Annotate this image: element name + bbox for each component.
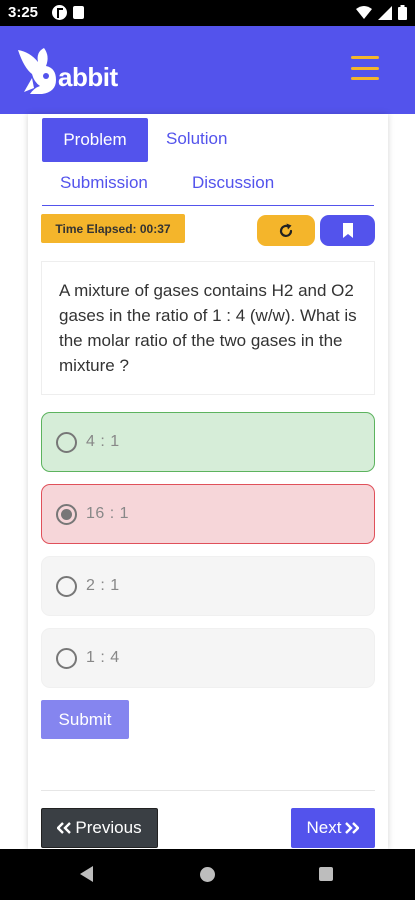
- radio-button[interactable]: [56, 575, 77, 597]
- bookmark-icon: [342, 223, 353, 238]
- hamburger-menu-button[interactable]: [351, 56, 379, 80]
- tab-divider: [42, 205, 374, 206]
- system-nav-bar: [0, 849, 415, 900]
- option-4[interactable]: 1 : 4: [41, 628, 375, 688]
- signal-icon: [378, 5, 392, 20]
- time-elapsed-badge: Time Elapsed: 00:37: [41, 214, 185, 243]
- radio-button-selected[interactable]: [56, 503, 77, 525]
- bookmark-button[interactable]: [320, 215, 375, 246]
- option-label: 16 : 1: [86, 505, 130, 522]
- rabbit-logo-icon: [18, 48, 56, 94]
- option-1[interactable]: 4 : 1: [41, 412, 375, 472]
- back-icon[interactable]: [80, 866, 93, 882]
- option-2[interactable]: 16 : 1: [41, 484, 375, 544]
- problem-card: Problem Solution Submission Discussion T…: [28, 114, 388, 849]
- reset-button[interactable]: [257, 215, 315, 246]
- radio-button[interactable]: [56, 431, 77, 453]
- option-3[interactable]: 2 : 1: [41, 556, 375, 616]
- footer-divider: [41, 790, 375, 791]
- previous-label: Previous: [75, 818, 142, 837]
- tab-problem[interactable]: Problem: [42, 118, 148, 162]
- tab-submission[interactable]: Submission: [60, 173, 148, 193]
- rabbit-logo[interactable]: abbit: [16, 48, 118, 96]
- radio-button[interactable]: [56, 647, 77, 669]
- hamburger-menu-icon: [351, 56, 379, 59]
- refresh-icon: [279, 223, 293, 237]
- next-button[interactable]: Next: [291, 808, 375, 848]
- logo-text: abbit: [58, 62, 118, 92]
- option-label: 1 : 4: [86, 649, 120, 666]
- previous-button[interactable]: Previous: [41, 808, 158, 848]
- tab-discussion[interactable]: Discussion: [192, 173, 274, 193]
- status-time: 3:25: [8, 4, 39, 21]
- question-text: A mixture of gases contains H2 and O2 ga…: [41, 261, 375, 395]
- tab-solution[interactable]: Solution: [166, 129, 227, 149]
- app-header: abbit: [0, 26, 415, 114]
- double-chevron-left-icon: [57, 822, 72, 834]
- battery-icon: [398, 5, 407, 20]
- lock-icon: [73, 6, 84, 19]
- next-label: Next: [306, 818, 342, 837]
- wifi-icon: [356, 5, 372, 19]
- home-icon[interactable]: [200, 867, 215, 882]
- option-label: 2 : 1: [86, 577, 120, 594]
- recents-icon[interactable]: [319, 867, 333, 881]
- double-chevron-right-icon: [345, 822, 360, 834]
- notification-icon: [52, 5, 67, 20]
- submit-button[interactable]: Submit: [41, 700, 129, 739]
- status-bar: 3:25: [0, 0, 415, 26]
- option-label: 4 : 1: [86, 433, 120, 450]
